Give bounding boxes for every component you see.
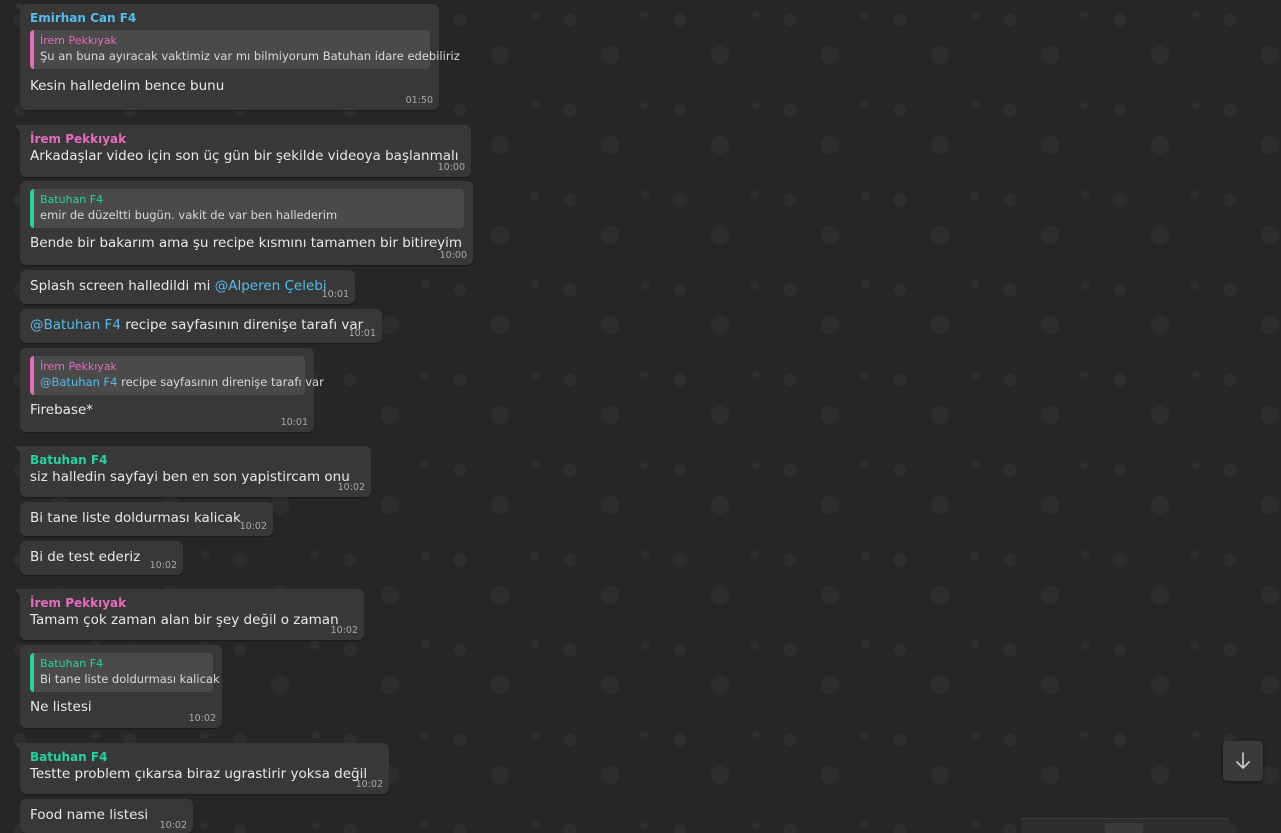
message-time: 10:01 — [321, 289, 349, 300]
sender-name: İrem Pekkıyak — [30, 596, 127, 610]
quoted-text: @Batuhan F4 recipe sayfasının direnişe t… — [40, 374, 324, 390]
chat-pane[interactable]: Emirhan Can F4 İrem Pekkıyak Şu an buna … — [0, 0, 1281, 833]
arrow-down-icon — [1236, 752, 1250, 769]
quoted-message[interactable]: Batuhan F4 Bi tane liste doldurması kali… — [30, 653, 220, 692]
quoted-text: Şu an buna ayıracak vaktimiz var mı bilm… — [40, 49, 460, 63]
message-bubble[interactable]: İrem Pekkıyak Arkadaşlar video için son … — [14, 125, 471, 177]
message-bubble[interactable]: Bi de test ederiz 10:02 — [20, 541, 183, 575]
message-bubble[interactable]: Bi tane liste doldurması kalicak 10:02 — [20, 502, 273, 536]
composer-bar[interactable] — [1021, 818, 1229, 833]
quoted-text-part: recipe sayfasının direnişe tarafı var — [117, 375, 324, 389]
message-text: Testte problem çıkarsa biraz ugrastirir … — [30, 766, 368, 782]
sender-name: Batuhan F4 — [30, 750, 108, 764]
message-bubble[interactable]: Food name listesi 10:02 — [20, 799, 193, 833]
message-text: Tamam çok zaman alan bir şey değil o zam… — [30, 612, 339, 628]
quoted-text: Bi tane liste doldurması kalicak — [40, 672, 220, 686]
quoted-sender: Batuhan F4 — [40, 657, 104, 670]
message-text: Bende bir bakarım ama şu recipe kısmını … — [30, 235, 463, 251]
message-text: Ne listesi — [30, 699, 92, 715]
scroll-to-bottom-button[interactable] — [1223, 741, 1263, 781]
message-time: 10:00 — [439, 250, 467, 261]
message-bubble[interactable]: Batuhan F4 Testte problem çıkarsa biraz … — [14, 743, 389, 794]
message-text-part: Splash screen halledildi mi — [30, 278, 215, 294]
message-text-part: recipe sayfasının direnişe tarafı var — [120, 317, 364, 333]
mention-link[interactable]: @Alperen Çelebi — [215, 278, 327, 294]
message-bubble[interactable]: İrem Pekkıyak Tamam çok zaman alan bir ş… — [14, 589, 364, 640]
quoted-sender: İrem Pekkıyak — [40, 360, 117, 373]
message-text: siz halledin sayfayi ben en son yapistir… — [30, 469, 350, 485]
message-time: 10:02 — [159, 820, 187, 831]
message-time: 10:02 — [355, 779, 383, 790]
message-bubble[interactable]: Batuhan F4 siz halledin sayfayi ben en s… — [14, 446, 371, 497]
sender-name: İrem Pekkıyak — [30, 132, 127, 146]
quoted-message[interactable]: İrem Pekkıyak @Batuhan F4 recipe sayfası… — [30, 356, 324, 395]
message-time: 01:50 — [405, 95, 433, 106]
quoted-sender: Batuhan F4 — [40, 193, 104, 206]
message-time: 10:00 — [437, 162, 465, 173]
sender-name: Batuhan F4 — [30, 453, 108, 467]
message-bubble[interactable]: Splash screen halledildi mi @Alperen Çel… — [20, 270, 355, 304]
quoted-mention: @Batuhan F4 — [40, 375, 118, 389]
message-time: 10:01 — [280, 417, 308, 428]
message-bubble[interactable]: Batuhan F4 emir de düzeltti bugün. vakit… — [20, 181, 473, 265]
mention-link[interactable]: @Batuhan F4 — [30, 317, 121, 333]
quoted-sender: İrem Pekkıyak — [40, 34, 117, 47]
message-text: Arkadaşlar video için son üç gün bir şek… — [30, 148, 459, 164]
message-text: @Batuhan F4 recipe sayfasının direnişe t… — [30, 316, 372, 334]
quoted-message[interactable]: İrem Pekkıyak Şu an buna ayıracak vaktim… — [30, 30, 460, 69]
sender-name: Emirhan Can F4 — [30, 11, 137, 25]
message-bubble[interactable]: Batuhan F4 Bi tane liste doldurması kali… — [20, 645, 222, 728]
message-text: Bi tane liste doldurması kalicak — [30, 510, 241, 526]
message-time: 10:02 — [149, 560, 177, 571]
quoted-text: emir de düzeltti bugün. vakit de var ben… — [40, 208, 338, 222]
message-bubble[interactable]: Emirhan Can F4 İrem Pekkıyak Şu an buna … — [14, 4, 460, 110]
message-text: Firebase* — [30, 402, 94, 418]
message-time: 10:02 — [330, 625, 358, 636]
message-time: 10:01 — [348, 328, 376, 339]
message-time: 10:02 — [188, 713, 216, 724]
message-bubble[interactable]: İrem Pekkıyak @Batuhan F4 recipe sayfası… — [20, 348, 324, 432]
message-text: Splash screen halledildi mi @Alperen Çel… — [30, 277, 345, 295]
message-time: 10:02 — [239, 521, 267, 532]
quoted-message[interactable]: Batuhan F4 emir de düzeltti bugün. vakit… — [30, 189, 464, 228]
composer-handle[interactable] — [1105, 823, 1143, 833]
message-text: Kesin halledelim bence bunu — [30, 78, 225, 94]
message-bubble[interactable]: @Batuhan F4 recipe sayfasının direnişe t… — [20, 309, 382, 343]
message-time: 10:02 — [337, 482, 365, 493]
